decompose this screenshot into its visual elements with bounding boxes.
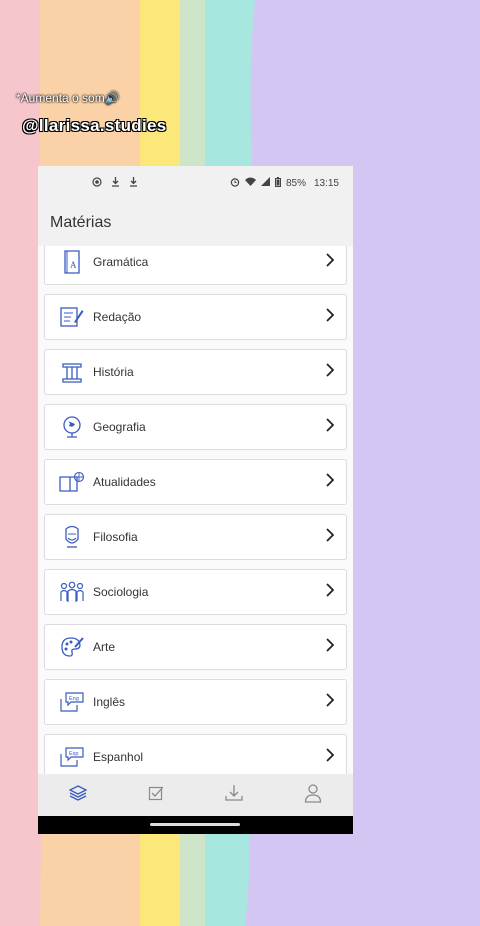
subject-label: Redação bbox=[93, 310, 142, 324]
subject-item-geografia[interactable]: Geografia bbox=[44, 404, 347, 450]
subjects-list[interactable]: A Gramática Redação História Geografia A… bbox=[38, 246, 353, 774]
book-globe-icon bbox=[59, 469, 85, 495]
globe-icon bbox=[59, 414, 85, 440]
download-status-icon-2 bbox=[129, 176, 138, 190]
philosopher-icon bbox=[59, 524, 85, 550]
subject-label: Arte bbox=[93, 640, 116, 654]
grammar-book-icon: A bbox=[59, 249, 85, 275]
battery-percent: 85% bbox=[285, 177, 306, 189]
system-navigation-bar bbox=[38, 816, 353, 834]
download-status-icon bbox=[111, 176, 120, 190]
chevron-right-icon bbox=[326, 253, 335, 272]
english-chat-icon: Eng bbox=[59, 689, 85, 715]
nav-profile-icon[interactable] bbox=[304, 783, 322, 808]
svg-text:A: A bbox=[70, 260, 77, 270]
chevron-right-icon bbox=[326, 638, 335, 657]
creator-handle: @llarissa.studies bbox=[22, 116, 167, 135]
chevron-right-icon bbox=[326, 528, 335, 547]
chevron-right-icon bbox=[326, 583, 335, 602]
chevron-right-icon bbox=[326, 748, 335, 767]
svg-text:Esp: Esp bbox=[69, 751, 78, 757]
status-bar: 85% 13:15 bbox=[38, 166, 353, 200]
subject-item-arte[interactable]: Arte bbox=[44, 624, 347, 670]
subject-label: Gramática bbox=[93, 255, 149, 269]
subject-item-sociologia[interactable]: Sociologia bbox=[44, 569, 347, 615]
home-gesture-handle[interactable] bbox=[150, 823, 240, 826]
writing-icon bbox=[59, 304, 85, 330]
page-title: Matérias bbox=[50, 214, 112, 231]
svg-text:Eng: Eng bbox=[69, 696, 79, 702]
signal-icon bbox=[260, 177, 270, 189]
subject-item-gramatica[interactable]: A Gramática bbox=[44, 246, 347, 285]
palette-icon bbox=[59, 634, 85, 660]
subject-label: Geografia bbox=[93, 420, 146, 434]
column-icon bbox=[59, 359, 85, 385]
subject-item-atualidades[interactable]: Atualidades bbox=[44, 459, 347, 505]
alarm-icon bbox=[230, 177, 240, 190]
subject-item-historia[interactable]: História bbox=[44, 349, 347, 395]
people-icon bbox=[59, 579, 85, 605]
nav-downloads-icon[interactable] bbox=[225, 784, 243, 807]
chevron-right-icon bbox=[326, 418, 335, 437]
subject-item-redacao[interactable]: Redação bbox=[44, 294, 347, 340]
battery-icon bbox=[274, 176, 281, 190]
chevron-right-icon bbox=[326, 693, 335, 712]
subject-label: Inglês bbox=[93, 695, 126, 709]
clock: 13:15 bbox=[313, 177, 339, 189]
subject-label: Filosofia bbox=[93, 530, 138, 544]
nav-subjects-layers-icon[interactable] bbox=[68, 784, 88, 807]
subject-label: Sociologia bbox=[93, 585, 149, 599]
nav-tasks-check-icon[interactable] bbox=[148, 785, 164, 806]
chevron-right-icon bbox=[326, 363, 335, 382]
subject-item-espanhol[interactable]: Esp Espanhol bbox=[44, 734, 347, 774]
subject-item-filosofia[interactable]: Filosofia bbox=[44, 514, 347, 560]
chevron-right-icon bbox=[326, 473, 335, 492]
subject-label: Espanhol bbox=[93, 750, 144, 764]
subject-item-ingles[interactable]: Eng Inglês bbox=[44, 679, 347, 725]
phone-screen: 85% 13:15 Matérias A Gramática Redação H… bbox=[38, 166, 353, 834]
subject-label: História bbox=[93, 365, 134, 379]
spanish-chat-icon: Esp bbox=[59, 744, 85, 770]
record-icon bbox=[92, 176, 102, 190]
video-caption: *Aumenta o som🔊 bbox=[16, 91, 120, 105]
chevron-right-icon bbox=[326, 308, 335, 327]
bottom-navigation bbox=[38, 774, 353, 816]
subject-label: Atualidades bbox=[93, 475, 156, 489]
app-bar: Matérias bbox=[38, 200, 353, 246]
wifi-icon bbox=[244, 177, 256, 189]
